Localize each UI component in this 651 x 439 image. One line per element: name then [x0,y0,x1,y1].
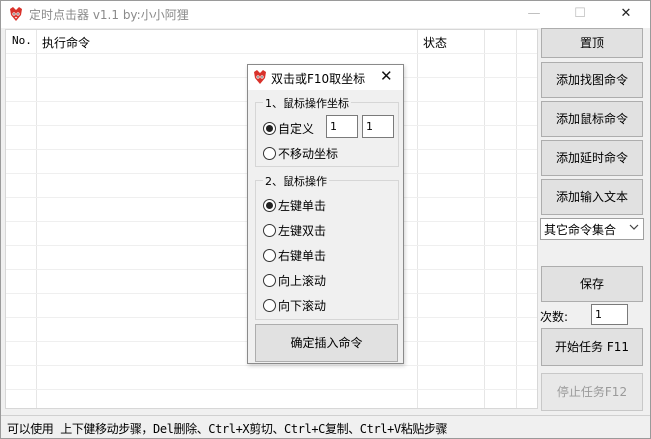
title-bar[interactable]: 定时点击器 v1.1 by:小小阿狸 — ☐ ✕ [1,1,650,28]
count-input[interactable]: 1 [591,304,628,325]
stop-task-button[interactable]: 停止任务F12 [541,373,643,411]
insert-command-button[interactable]: 确定插入命令 [255,324,398,362]
window-title: 定时点击器 v1.1 by:小小阿狸 [29,8,189,22]
row-divider [6,389,537,390]
fox-icon [254,70,266,84]
radio-dot[interactable] [263,298,276,312]
coord-y-input[interactable]: 1 [362,115,394,138]
other-commands-select-value: 其它命令集合 [544,223,617,237]
dialog-close-button[interactable]: ✕ [380,68,393,85]
dialog-title: 双击或F10取坐标 [271,72,366,86]
radio-scroll-down[interactable]: 向下滚动 [263,297,326,313]
minimize-button[interactable]: — [511,1,557,28]
column-divider [484,30,485,408]
fox-icon [10,7,22,21]
add-mouse-command-button[interactable]: 添加鼠标命令 [541,101,643,137]
add-delay-command-button[interactable]: 添加延时命令 [541,140,643,176]
dialog-title-bar[interactable]: 双击或F10取坐标 ✕ [248,65,403,90]
close-button[interactable]: ✕ [603,1,649,28]
radio-dot[interactable] [263,248,276,262]
other-commands-select[interactable]: 其它命令集合 [540,218,644,240]
radio-left-click-label: 左键单击 [278,198,327,213]
row-divider [6,53,537,54]
status-bar: 可以使用 上下健移动步骤，Del删除、Ctrl+X剪切、Ctrl+C复制、Ctr… [1,415,650,438]
radio-scroll-down-label: 向下滚动 [278,298,327,313]
coordinate-group-legend: 1、鼠标操作坐标 [263,95,351,111]
mouse-command-dialog: 双击或F10取坐标 ✕ 1、鼠标操作坐标 自定义 1 1 不移动坐标 2、鼠标操… [247,64,404,364]
radio-custom-coord[interactable]: 自定义 [263,120,314,136]
column-divider [516,30,517,408]
chevron-down-icon [629,224,639,230]
radio-right-click[interactable]: 右键单击 [263,247,326,263]
save-button[interactable]: 保存 [541,266,643,302]
radio-dot[interactable] [263,223,276,237]
maximize-button[interactable]: ☐ [557,1,603,28]
column-header-no[interactable]: No. [12,34,32,47]
radio-no-move[interactable]: 不移动坐标 [263,145,338,161]
radio-dot[interactable] [263,121,276,135]
column-header-command[interactable]: 执行命令 [42,34,90,51]
coord-x-input[interactable]: 1 [326,115,358,138]
radio-scroll-up-label: 向上滚动 [278,273,327,288]
radio-dot[interactable] [263,198,276,212]
column-divider [36,30,37,408]
column-divider [417,30,418,408]
row-divider [6,365,537,366]
radio-scroll-up[interactable]: 向上滚动 [263,272,326,288]
pin-button[interactable]: 置顶 [541,28,643,58]
status-text: 可以使用 上下健移动步骤，Del删除、Ctrl+X剪切、Ctrl+C复制、Ctr… [7,422,448,436]
radio-no-move-label: 不移动坐标 [278,146,339,161]
start-task-button[interactable]: 开始任务 F11 [541,328,643,366]
radio-dot[interactable] [263,273,276,287]
mouse-action-group-legend: 2、鼠标操作 [263,173,329,189]
radio-right-click-label: 右键单击 [278,248,327,263]
main-window: 定时点击器 v1.1 by:小小阿狸 — ☐ ✕ No. 执行命令 状态 置顶 … [0,0,651,439]
radio-custom-coord-label: 自定义 [278,121,315,136]
add-find-image-button[interactable]: 添加找图命令 [541,62,643,98]
column-header-status[interactable]: 状态 [423,34,447,51]
add-input-text-button[interactable]: 添加输入文本 [541,179,643,215]
radio-left-click[interactable]: 左键单击 [263,197,326,213]
radio-left-double-click-label: 左键双击 [278,223,327,238]
radio-dot[interactable] [263,146,276,160]
count-label: 次数: [540,310,569,324]
radio-left-double-click[interactable]: 左键双击 [263,222,326,238]
